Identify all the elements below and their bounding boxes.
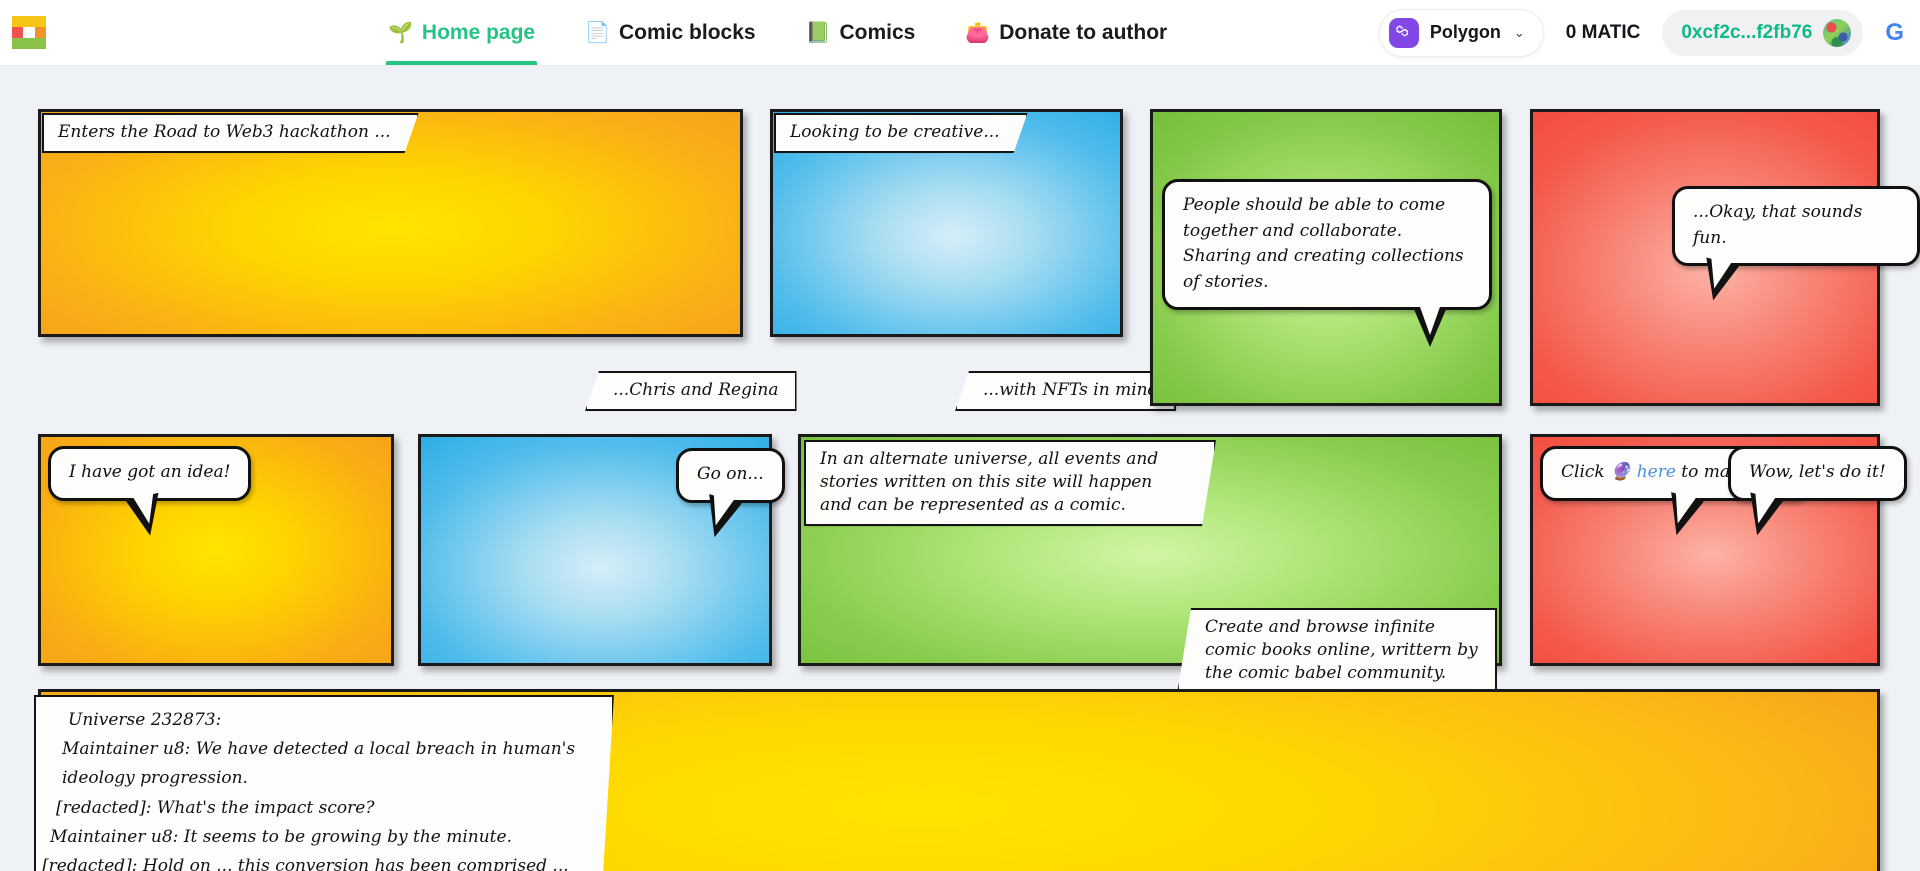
header-right-controls: Polygon ⌄ 0 MATIC 0xcf2c...f2fb76 G — [1378, 8, 1920, 57]
chevron-down-icon: ⌄ — [1513, 24, 1525, 40]
chain-name-label: Polygon — [1429, 22, 1501, 42]
speech-bubble: ...Okay, that sounds fun. — [1672, 186, 1920, 305]
seedling-icon: 🌱 — [388, 21, 413, 44]
green-book-icon: 📗 — [805, 21, 831, 44]
script-line: [redacted]: What's the impact score? — [56, 797, 375, 818]
avatar — [1823, 18, 1852, 47]
speech-text: Go on... — [697, 464, 764, 484]
here-link[interactable]: here — [1637, 462, 1676, 482]
script-line: Maintainer u8: It seems to be growing by… — [50, 826, 512, 847]
caption-text: In an alternate universe, all events and… — [820, 449, 1159, 516]
caption-text: Looking to be creative... — [790, 122, 1000, 142]
crystal-ball-icon: 🔮 — [1610, 462, 1632, 482]
speech-bubble: People should be able to come together a… — [1162, 179, 1492, 347]
google-icon[interactable]: G — [1885, 20, 1904, 45]
wallet-address-label: 0xcf2c...f2fb76 — [1681, 21, 1813, 43]
script-caption-box: Universe 232873: Maintainer u8: We have … — [34, 695, 614, 871]
caption-box: Looking to be creative... — [774, 113, 1028, 153]
caption-box: Create and browse infinite comic books o… — [1177, 608, 1497, 695]
purse-icon: 👛 — [965, 21, 991, 44]
wallet-address-button[interactable]: 0xcf2c...f2fb76 — [1662, 9, 1864, 56]
nav-item-comics[interactable]: 📗 Comics — [804, 0, 918, 65]
nav-label-comic-blocks: Comic blocks — [619, 20, 756, 44]
wallet-balance: 0 MATIC — [1565, 21, 1641, 43]
speech-text: I have got an idea! — [69, 462, 231, 482]
speech-text-before: Click — [1561, 462, 1611, 482]
nav-item-comic-blocks[interactable]: 📄 Comic blocks — [583, 0, 757, 65]
nav-label-comics: Comics — [839, 20, 916, 44]
comic-babel-logo[interactable] — [12, 15, 46, 50]
caption-text: Create and browse infinite comic books o… — [1205, 617, 1478, 684]
caption-box: In an alternate universe, all events and… — [804, 440, 1216, 526]
caption-text: ...Chris and Regina — [613, 380, 779, 400]
speech-bubble: Wow, let's do it! — [1728, 446, 1907, 540]
speech-bubble: I have got an idea! — [48, 446, 252, 539]
nav-item-home-page[interactable]: 🌱 Home page — [386, 0, 538, 65]
chain-selector[interactable]: Polygon ⌄ — [1378, 8, 1544, 57]
caption-text: ...with NFTs in mind — [983, 380, 1159, 400]
nav-label-donate-to-author: Donate to author — [999, 20, 1168, 44]
page-icon: 📄 — [585, 21, 611, 44]
main-nav: 🌱 Home page 📄 Comic blocks 📗 Comics 👛 Do… — [386, 0, 1169, 65]
speech-text: People should be able to come together a… — [1183, 195, 1464, 292]
script-line: [redacted]: Hold on ... this conversion … — [42, 856, 569, 871]
caption-box: ...with NFTs in mind — [955, 371, 1177, 412]
app-header: 🌱 Home page 📄 Comic blocks 📗 Comics 👛 Do… — [0, 0, 1920, 66]
script-line: Maintainer u8: We have detected a local … — [62, 739, 576, 789]
nav-item-donate-to-author[interactable]: 👛 Donate to author — [963, 0, 1169, 65]
speech-text: Wow, let's do it! — [1749, 462, 1886, 482]
nav-label-home-page: Home page — [421, 20, 536, 44]
caption-box: Enters the Road to Web3 hackathon ... — [42, 113, 419, 153]
speech-text: ...Okay, that sounds fun. — [1693, 202, 1863, 248]
comic-canvas: Enters the Road to Web3 hackathon ... ..… — [0, 66, 1920, 871]
script-line: Universe 232873: — [68, 710, 222, 730]
caption-text: Enters the Road to Web3 hackathon ... — [58, 122, 391, 142]
caption-box: ...Chris and Regina — [585, 371, 797, 412]
speech-bubble: Go on... — [676, 448, 785, 542]
polygon-icon — [1388, 17, 1419, 48]
bubble-tail-inner — [1419, 304, 1441, 335]
